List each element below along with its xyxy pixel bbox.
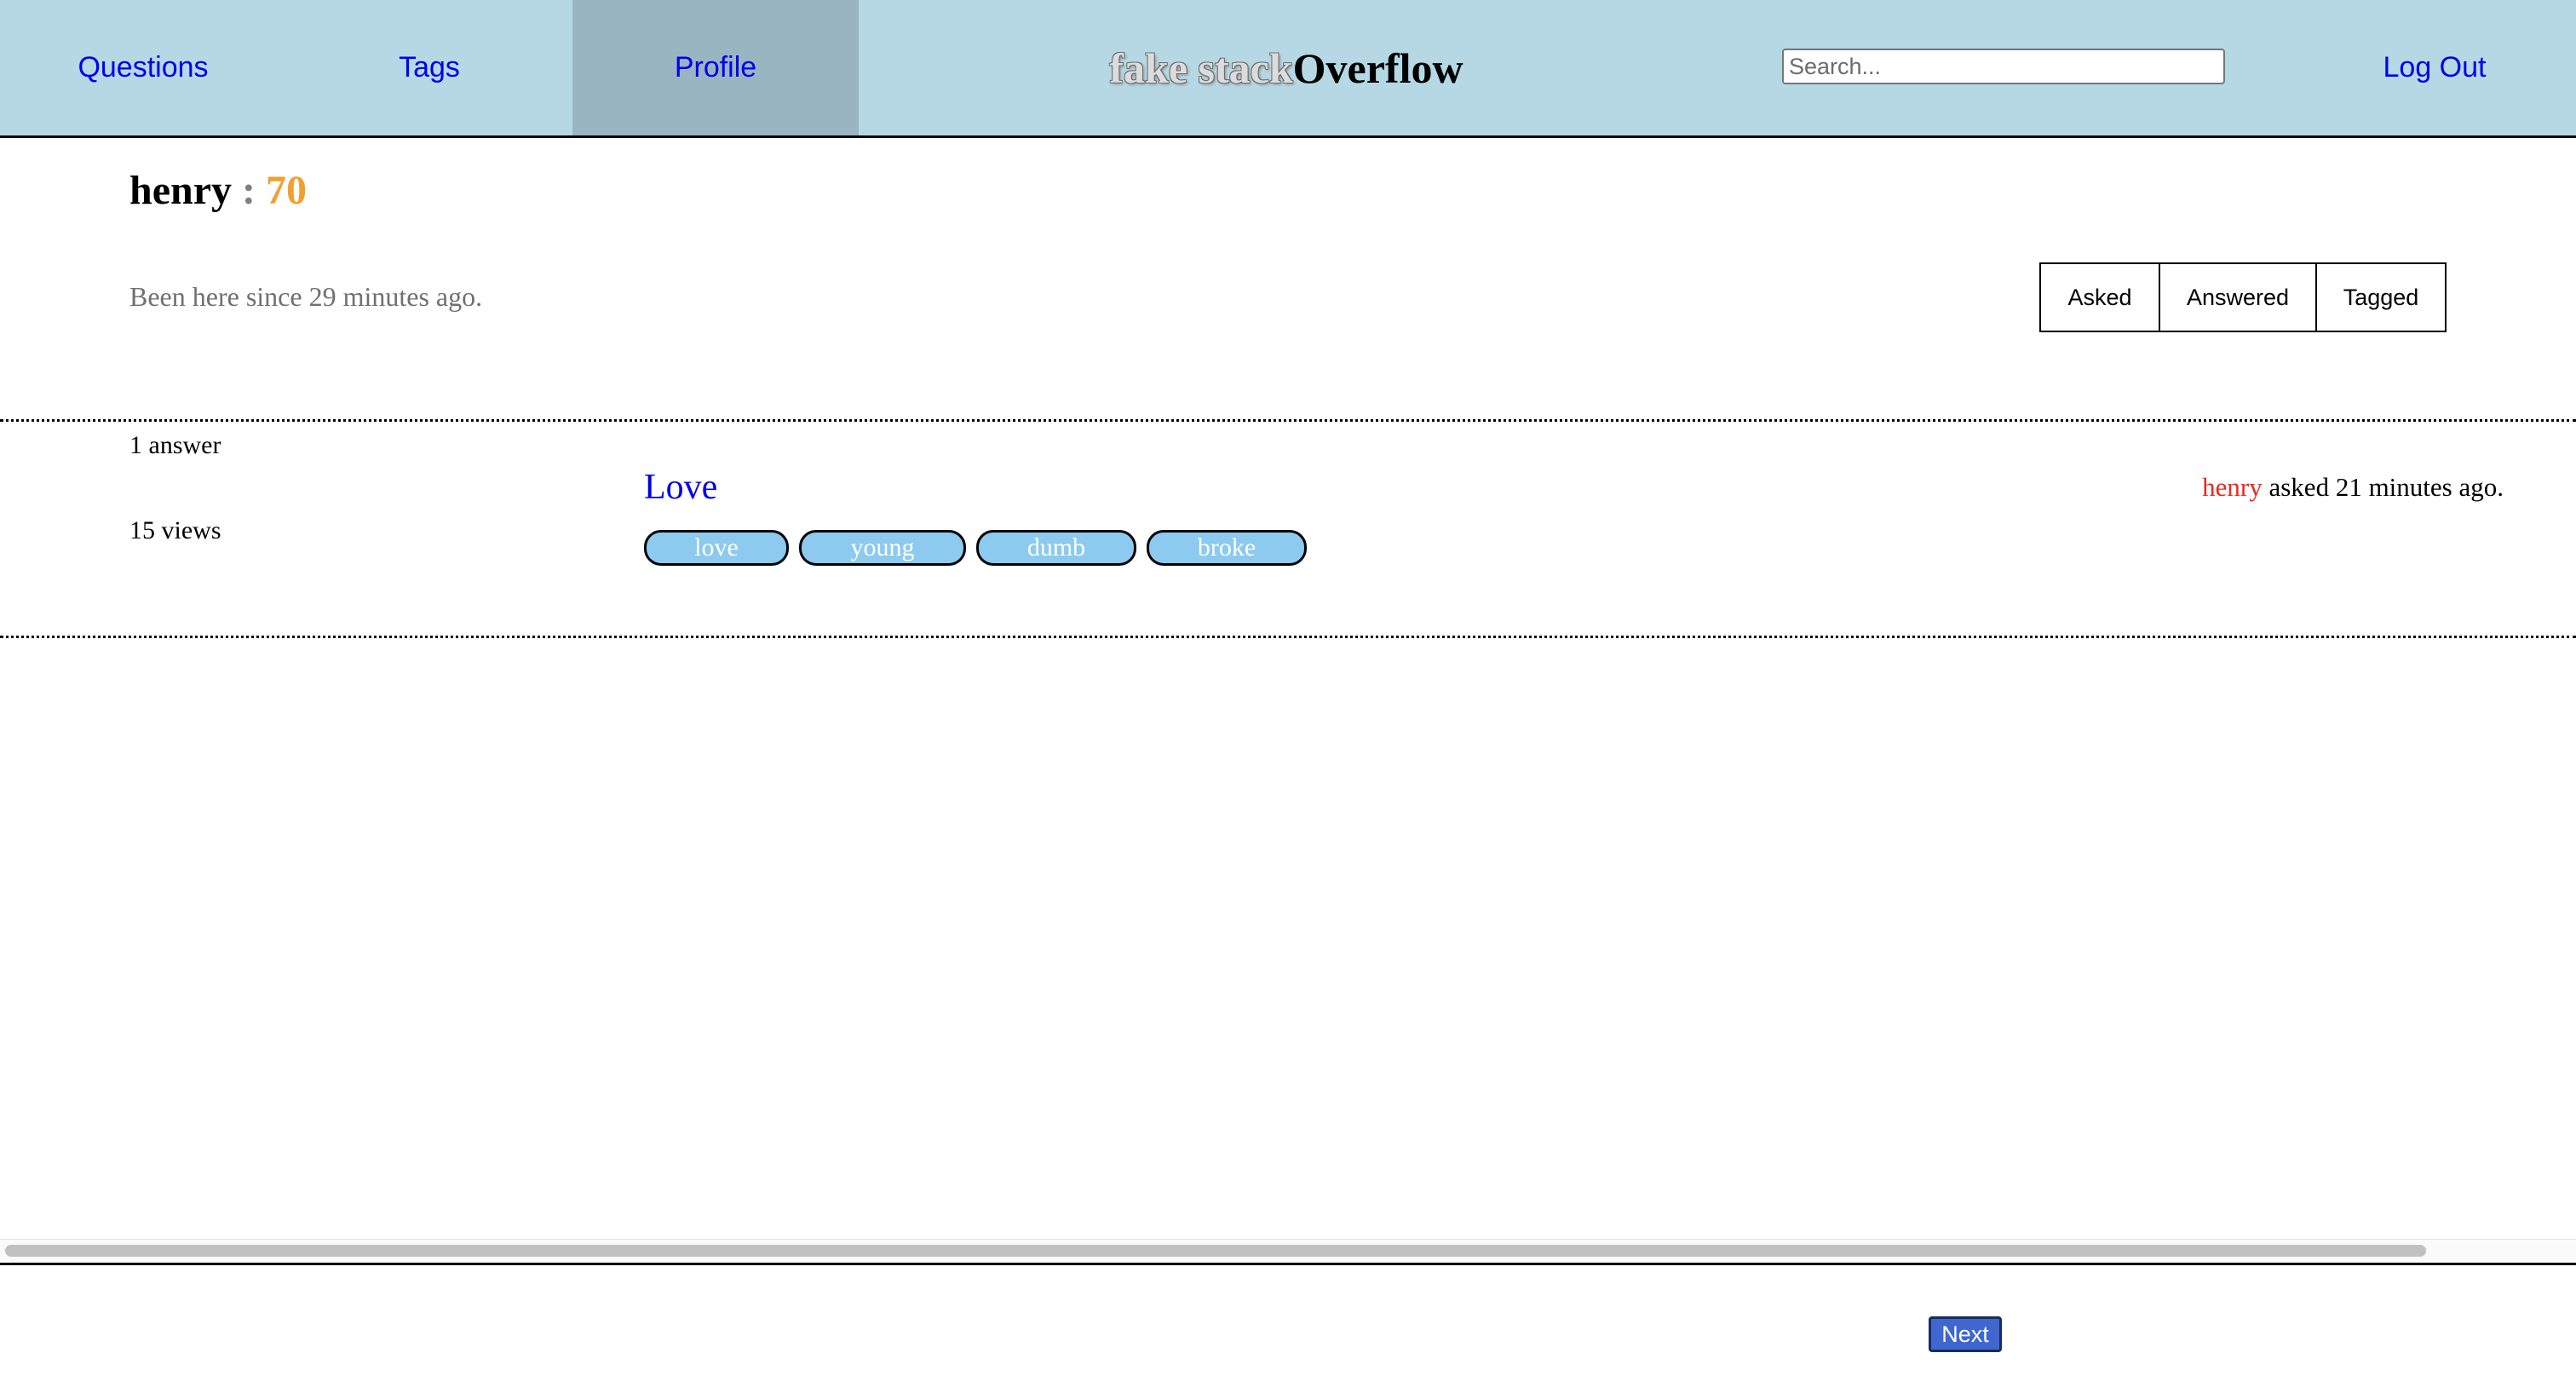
logout-link[interactable]: Log Out [2291,0,2576,135]
tab-tagged[interactable]: Tagged [2315,264,2445,331]
next-page-button[interactable]: Next [1929,1316,2002,1352]
logo-overflow-text: Overflow [1292,43,1463,92]
tag-young[interactable]: young [799,530,966,566]
question-asked-time: asked 21 minutes ago. [2262,472,2504,502]
tab-answered[interactable]: Answered [2159,264,2315,331]
profile-separator: : [232,168,266,213]
profile-username: henry [129,168,232,213]
nav-questions-link[interactable]: Questions [0,0,286,135]
question-divider-top [0,419,2576,422]
question-answer-count: 1 answer [129,431,221,459]
question-divider-bottom [0,636,2576,638]
question-meta: henry asked 21 minutes ago. [2202,472,2504,503]
logo-fake-stack-text: fake stack [1109,43,1293,92]
profile-heading: henry : 70 [129,167,307,214]
pagination-divider [0,1263,2576,1265]
nav-profile-link[interactable]: Profile [572,0,859,135]
question-title-link[interactable]: Love [644,467,717,508]
site-logo: fake stack Overflow [860,0,1712,135]
search-input[interactable] [1782,49,2225,84]
profile-tabs: Asked Answered Tagged [2039,262,2447,332]
tag-love[interactable]: love [644,530,789,566]
member-since-text: Been here since 29 minutes ago. [129,281,483,312]
tag-dumb[interactable]: dumb [976,530,1136,566]
tag-broke[interactable]: broke [1147,530,1307,566]
profile-reputation: 70 [265,168,307,213]
question-author: henry [2202,472,2263,502]
question-view-count: 15 views [129,516,221,544]
nav-tags-link[interactable]: Tags [286,0,572,135]
tab-asked[interactable]: Asked [2041,264,2159,331]
horizontal-scrollbar-thumb[interactable] [5,1245,2426,1257]
top-navigation-bar: Questions Tags Profile fake stack Overflo… [0,0,2576,138]
question-tags: love young dumb broke [644,530,1307,566]
